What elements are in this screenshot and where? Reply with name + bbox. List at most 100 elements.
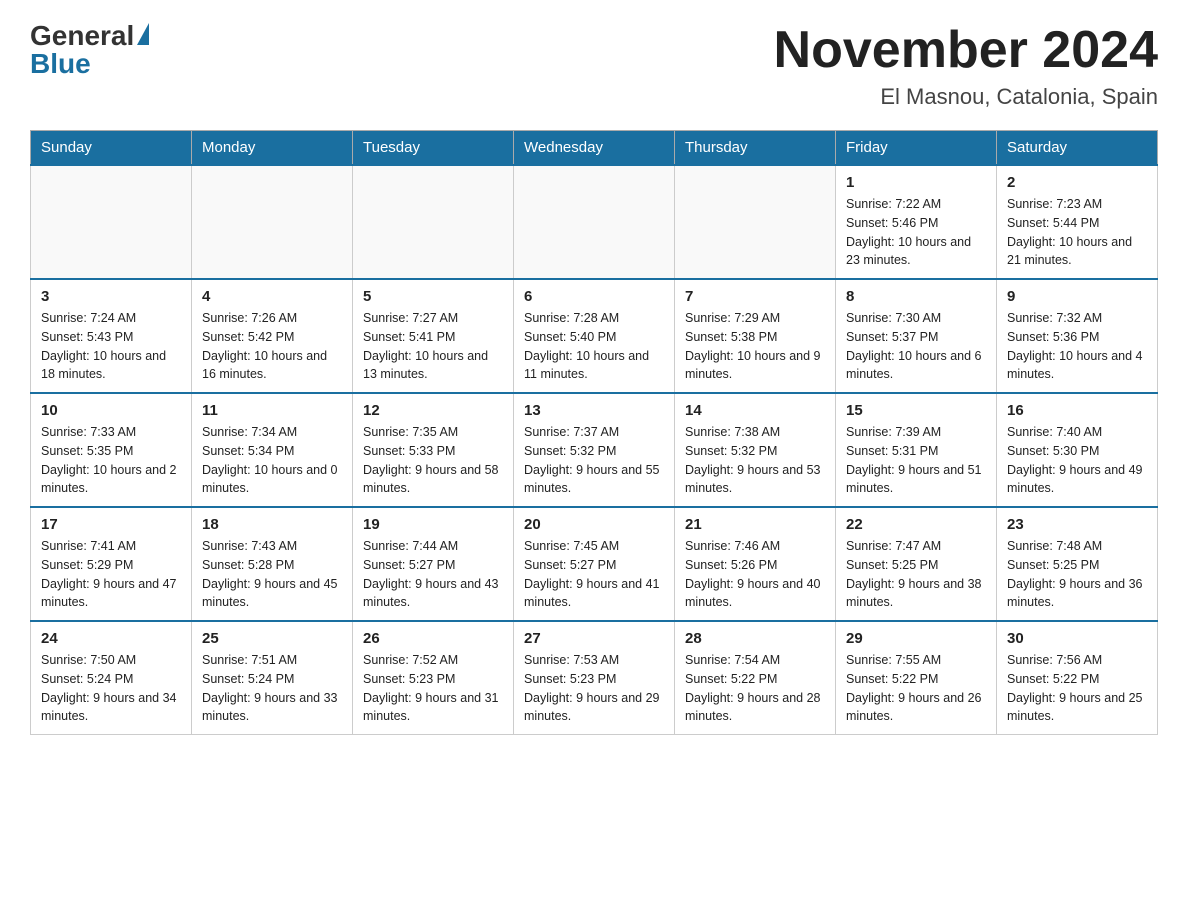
day-info: Sunrise: 7:45 AMSunset: 5:27 PMDaylight:… <box>524 537 664 612</box>
day-info: Sunrise: 7:39 AMSunset: 5:31 PMDaylight:… <box>846 423 986 498</box>
day-number: 16 <box>1007 402 1147 419</box>
day-cell: 7Sunrise: 7:29 AMSunset: 5:38 PMDaylight… <box>675 279 836 393</box>
day-cell: 9 Sunrise: 7:32 AMSunset: 5:36 PMDaylight… <box>997 279 1158 393</box>
day-info: Sunrise: 7:50 AMSunset: 5:24 PMDaylight:… <box>41 651 181 726</box>
day-number: 27 <box>524 630 664 647</box>
day-cell: 20 Sunrise: 7:45 AMSunset: 5:27 PMDayligh… <box>514 507 675 621</box>
day-info: Sunrise: 7:55 AMSunset: 5:22 PMDaylight:… <box>846 651 986 726</box>
day-cell: 1Sunrise: 7:22 AMSunset: 5:46 PMDaylight… <box>836 165 997 279</box>
day-number: 14 <box>685 402 825 419</box>
day-info: Sunrise: 7:44 AMSunset: 5:27 PMDaylight:… <box>363 537 503 612</box>
day-cell: 2Sunrise: 7:23 AMSunset: 5:44 PMDaylight… <box>997 165 1158 279</box>
day-info: Sunrise: 7:34 AMSunset: 5:34 PMDaylight:… <box>202 423 342 498</box>
day-cell: 13 Sunrise: 7:37 AMSunset: 5:32 PMDayligh… <box>514 393 675 507</box>
calendar-table: SundayMondayTuesdayWednesdayThursdayFrid… <box>30 130 1158 735</box>
header-cell-monday: Monday <box>192 131 353 166</box>
day-number: 30 <box>1007 630 1147 647</box>
day-info: Sunrise: 7:52 AMSunset: 5:23 PMDaylight:… <box>363 651 503 726</box>
day-info: Sunrise: 7:47 AMSunset: 5:25 PMDaylight:… <box>846 537 986 612</box>
day-cell: 29 Sunrise: 7:55 AMSunset: 5:22 PMDayligh… <box>836 621 997 735</box>
day-number: 19 <box>363 516 503 533</box>
day-cell: 11 Sunrise: 7:34 AMSunset: 5:34 PMDayligh… <box>192 393 353 507</box>
week-row-1: 1Sunrise: 7:22 AMSunset: 5:46 PMDaylight… <box>31 165 1158 279</box>
day-cell: 16Sunrise: 7:40 AMSunset: 5:30 PMDayligh… <box>997 393 1158 507</box>
day-number: 9 <box>1007 288 1147 305</box>
title-area: November 2024 El Masnou, Catalonia, Spai… <box>774 20 1158 110</box>
day-cell: 27 Sunrise: 7:53 AMSunset: 5:23 PMDayligh… <box>514 621 675 735</box>
day-number: 11 <box>202 402 342 419</box>
day-cell: 10 Sunrise: 7:33 AMSunset: 5:35 PMDayligh… <box>31 393 192 507</box>
day-info: Sunrise: 7:56 AMSunset: 5:22 PMDaylight:… <box>1007 651 1147 726</box>
day-cell: 15 Sunrise: 7:39 AMSunset: 5:31 PMDayligh… <box>836 393 997 507</box>
day-info: Sunrise: 7:28 AMSunset: 5:40 PMDaylight:… <box>524 309 664 384</box>
day-info: Sunrise: 7:51 AMSunset: 5:24 PMDaylight:… <box>202 651 342 726</box>
day-cell: 19 Sunrise: 7:44 AMSunset: 5:27 PMDayligh… <box>353 507 514 621</box>
day-number: 3 <box>41 288 181 305</box>
day-cell: 21Sunrise: 7:46 AMSunset: 5:26 PMDayligh… <box>675 507 836 621</box>
day-cell: 8 Sunrise: 7:30 AMSunset: 5:37 PMDaylight… <box>836 279 997 393</box>
day-info: Sunrise: 7:27 AMSunset: 5:41 PMDaylight:… <box>363 309 503 384</box>
day-info: Sunrise: 7:37 AMSunset: 5:32 PMDaylight:… <box>524 423 664 498</box>
day-cell: 4 Sunrise: 7:26 AMSunset: 5:42 PMDaylight… <box>192 279 353 393</box>
day-cell <box>675 165 836 279</box>
day-number: 12 <box>363 402 503 419</box>
day-number: 5 <box>363 288 503 305</box>
day-info: Sunrise: 7:35 AMSunset: 5:33 PMDaylight:… <box>363 423 503 498</box>
day-info: Sunrise: 7:43 AMSunset: 5:28 PMDaylight:… <box>202 537 342 612</box>
day-number: 8 <box>846 288 986 305</box>
day-number: 23 <box>1007 516 1147 533</box>
logo: General Blue <box>30 20 149 80</box>
location-title: El Masnou, Catalonia, Spain <box>774 84 1158 110</box>
day-number: 2 <box>1007 174 1147 191</box>
day-cell: 5 Sunrise: 7:27 AMSunset: 5:41 PMDaylight… <box>353 279 514 393</box>
day-number: 4 <box>202 288 342 305</box>
day-cell: 22Sunrise: 7:47 AMSunset: 5:25 PMDayligh… <box>836 507 997 621</box>
day-number: 21 <box>685 516 825 533</box>
day-info: Sunrise: 7:33 AMSunset: 5:35 PMDaylight:… <box>41 423 181 498</box>
day-info: Sunrise: 7:30 AMSunset: 5:37 PMDaylight:… <box>846 309 986 384</box>
day-cell: 18 Sunrise: 7:43 AMSunset: 5:28 PMDayligh… <box>192 507 353 621</box>
day-info: Sunrise: 7:24 AMSunset: 5:43 PMDaylight:… <box>41 309 181 384</box>
day-info: Sunrise: 7:22 AMSunset: 5:46 PMDaylight:… <box>846 195 986 270</box>
day-number: 10 <box>41 402 181 419</box>
day-number: 7 <box>685 288 825 305</box>
week-row-3: 10 Sunrise: 7:33 AMSunset: 5:35 PMDayligh… <box>31 393 1158 507</box>
day-number: 18 <box>202 516 342 533</box>
day-cell: 23 Sunrise: 7:48 AMSunset: 5:25 PMDayligh… <box>997 507 1158 621</box>
day-info: Sunrise: 7:53 AMSunset: 5:23 PMDaylight:… <box>524 651 664 726</box>
day-number: 29 <box>846 630 986 647</box>
day-info: Sunrise: 7:26 AMSunset: 5:42 PMDaylight:… <box>202 309 342 384</box>
header-cell-saturday: Saturday <box>997 131 1158 166</box>
day-cell: 25 Sunrise: 7:51 AMSunset: 5:24 PMDayligh… <box>192 621 353 735</box>
month-title: November 2024 <box>774 20 1158 80</box>
day-number: 13 <box>524 402 664 419</box>
week-row-5: 24Sunrise: 7:50 AMSunset: 5:24 PMDayligh… <box>31 621 1158 735</box>
day-cell <box>514 165 675 279</box>
day-number: 20 <box>524 516 664 533</box>
day-cell: 14Sunrise: 7:38 AMSunset: 5:32 PMDayligh… <box>675 393 836 507</box>
day-cell <box>192 165 353 279</box>
day-number: 25 <box>202 630 342 647</box>
day-info: Sunrise: 7:48 AMSunset: 5:25 PMDaylight:… <box>1007 537 1147 612</box>
day-cell: 3 Sunrise: 7:24 AMSunset: 5:43 PMDaylight… <box>31 279 192 393</box>
day-cell: 26 Sunrise: 7:52 AMSunset: 5:23 PMDayligh… <box>353 621 514 735</box>
day-info: Sunrise: 7:41 AMSunset: 5:29 PMDaylight:… <box>41 537 181 612</box>
header-cell-wednesday: Wednesday <box>514 131 675 166</box>
day-cell: 28Sunrise: 7:54 AMSunset: 5:22 PMDayligh… <box>675 621 836 735</box>
header-cell-sunday: Sunday <box>31 131 192 166</box>
day-cell: 24Sunrise: 7:50 AMSunset: 5:24 PMDayligh… <box>31 621 192 735</box>
header-row: SundayMondayTuesdayWednesdayThursdayFrid… <box>31 131 1158 166</box>
day-cell: 12 Sunrise: 7:35 AMSunset: 5:33 PMDayligh… <box>353 393 514 507</box>
header-cell-tuesday: Tuesday <box>353 131 514 166</box>
header-cell-friday: Friday <box>836 131 997 166</box>
day-cell <box>353 165 514 279</box>
day-number: 17 <box>41 516 181 533</box>
day-info: Sunrise: 7:32 AMSunset: 5:36 PMDaylight:… <box>1007 309 1147 384</box>
day-number: 15 <box>846 402 986 419</box>
header: General Blue November 2024 El Masnou, Ca… <box>30 20 1158 110</box>
logo-blue-text: Blue <box>30 48 91 80</box>
day-cell: 6Sunrise: 7:28 AMSunset: 5:40 PMDaylight… <box>514 279 675 393</box>
day-number: 26 <box>363 630 503 647</box>
logo-triangle-icon <box>137 23 149 45</box>
day-info: Sunrise: 7:54 AMSunset: 5:22 PMDaylight:… <box>685 651 825 726</box>
